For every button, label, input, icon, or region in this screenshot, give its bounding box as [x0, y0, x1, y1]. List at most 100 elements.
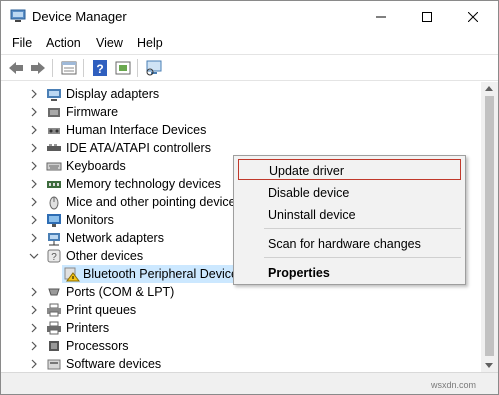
tree-item-display-adapters[interactable]: Display adapters	[1, 85, 481, 103]
chevron-right-icon[interactable]	[28, 178, 40, 190]
forward-arrow-icon	[31, 62, 45, 74]
menu-item-label: Properties	[268, 266, 330, 280]
tree-item-label: Printers	[66, 321, 110, 335]
chevron-right-icon[interactable]	[28, 142, 40, 154]
menu-item-label: Scan for hardware changes	[268, 237, 421, 251]
status-bar	[1, 372, 498, 394]
tree-item-firmware[interactable]: Firmware	[1, 103, 481, 121]
uninstall-device-menu-item[interactable]: Uninstall device	[238, 204, 461, 225]
vertical-scrollbar[interactable]	[481, 82, 498, 372]
context-menu: Update driver Disable device Uninstall d…	[233, 155, 466, 285]
menu-separator	[264, 257, 461, 258]
tree-item-print-queues[interactable]: Print queues	[1, 301, 481, 319]
chevron-right-icon[interactable]	[28, 286, 40, 298]
watermark: wsxdn.com	[431, 380, 477, 390]
chevron-right-icon[interactable]	[28, 214, 40, 226]
properties-button[interactable]	[59, 59, 79, 77]
scan-hardware-button[interactable]	[144, 59, 164, 77]
toolbar-divider	[137, 59, 138, 77]
menu-item-label: Uninstall device	[268, 208, 356, 222]
minimize-button[interactable]	[358, 1, 404, 32]
properties-icon	[61, 61, 77, 75]
maximize-button[interactable]	[404, 1, 450, 32]
chevron-right-icon[interactable]	[28, 124, 40, 136]
chevron-right-icon[interactable]	[28, 160, 40, 172]
tree-item-label: Human Interface Devices	[66, 123, 207, 137]
tree-item-ports[interactable]: Ports (COM & LPT)	[1, 283, 481, 301]
scroll-up-icon[interactable]	[485, 86, 493, 91]
chevron-right-icon[interactable]	[28, 358, 40, 370]
tree-item-label: Mice and other pointing devices	[66, 195, 242, 209]
network-icon	[48, 233, 60, 246]
chevron-right-icon[interactable]	[28, 232, 40, 244]
menu-help[interactable]: Help	[137, 36, 163, 50]
chevron-right-icon[interactable]	[28, 340, 40, 352]
toolbar-divider	[52, 59, 53, 77]
chevron-right-icon[interactable]	[28, 88, 40, 100]
hid-icon	[48, 128, 60, 134]
device-manager-window: Device Manager File Action View Help ? D…	[0, 0, 499, 395]
chevron-right-icon[interactable]	[28, 196, 40, 208]
tree-item-label: Ports (COM & LPT)	[66, 285, 175, 299]
tree-item-printers[interactable]: Printers	[1, 319, 481, 337]
help-button[interactable]: ?	[90, 59, 110, 77]
svg-text:?: ?	[96, 62, 103, 76]
menu-bar: File Action View Help	[1, 32, 498, 54]
tree-item-label: Other devices	[66, 249, 144, 263]
scroll-down-icon[interactable]	[485, 363, 493, 368]
menu-action[interactable]: Action	[46, 36, 81, 50]
device-manager-icon	[10, 9, 26, 22]
port-icon	[48, 288, 60, 296]
title-bar: Device Manager	[1, 1, 498, 32]
memory-icon	[47, 181, 61, 188]
chevron-right-icon[interactable]	[28, 106, 40, 118]
monitor-icon	[47, 214, 61, 227]
tree-item-label: Monitors	[66, 213, 114, 227]
processor-icon	[49, 341, 59, 351]
tree-item-software-devices[interactable]: Software devices	[1, 355, 481, 372]
back-button[interactable]	[6, 59, 26, 77]
update-driver-menu-item[interactable]: Update driver	[238, 159, 461, 180]
back-arrow-icon	[9, 62, 23, 74]
chevron-right-icon[interactable]	[28, 304, 40, 316]
warning-device-icon	[64, 267, 80, 282]
printer-icon	[47, 321, 61, 335]
tree-item-label: Software devices	[66, 357, 162, 371]
minimize-icon	[376, 16, 386, 17]
update-driver-icon	[115, 61, 131, 75]
scan-hardware-menu-item[interactable]: Scan for hardware changes	[238, 233, 461, 254]
scroll-thumb[interactable]	[485, 96, 494, 356]
menu-item-label: Disable device	[268, 186, 350, 200]
scan-hardware-icon	[146, 60, 162, 76]
chevron-right-icon[interactable]	[28, 322, 40, 334]
menu-view[interactable]: View	[96, 36, 123, 50]
mouse-icon	[49, 196, 59, 210]
disable-device-menu-item[interactable]: Disable device	[238, 182, 461, 203]
window-title: Device Manager	[32, 9, 127, 24]
firmware-icon	[48, 108, 60, 117]
tree-item-label: Display adapters	[66, 87, 160, 101]
tree-item-label: Print queues	[66, 303, 137, 317]
tree-item-label: Keyboards	[66, 159, 126, 173]
forward-button[interactable]	[28, 59, 48, 77]
svg-text:?: ?	[51, 252, 57, 263]
menu-separator	[264, 228, 461, 229]
properties-menu-item[interactable]: Properties	[238, 262, 461, 283]
tree-item-label: Memory technology devices	[66, 177, 221, 191]
chevron-down-icon[interactable]	[28, 250, 40, 262]
close-button[interactable]	[450, 1, 496, 32]
menu-item-label: Update driver	[269, 164, 345, 178]
keyboard-icon	[46, 162, 62, 171]
maximize-icon	[422, 11, 432, 22]
printer-icon	[47, 303, 61, 317]
close-icon	[468, 11, 478, 22]
tree-item-human-interface-devices[interactable]: Human Interface Devices	[1, 121, 481, 139]
menu-file[interactable]: File	[12, 36, 32, 50]
toolbar: ?	[1, 54, 498, 81]
tree-item-label: Firmware	[66, 105, 119, 119]
update-driver-button[interactable]	[113, 59, 133, 77]
display-adapter-icon	[47, 89, 61, 101]
toolbar-divider	[83, 59, 84, 77]
tree-item-processors[interactable]: Processors	[1, 337, 481, 355]
tree-item-label: IDE ATA/ATAPI controllers	[66, 141, 211, 155]
